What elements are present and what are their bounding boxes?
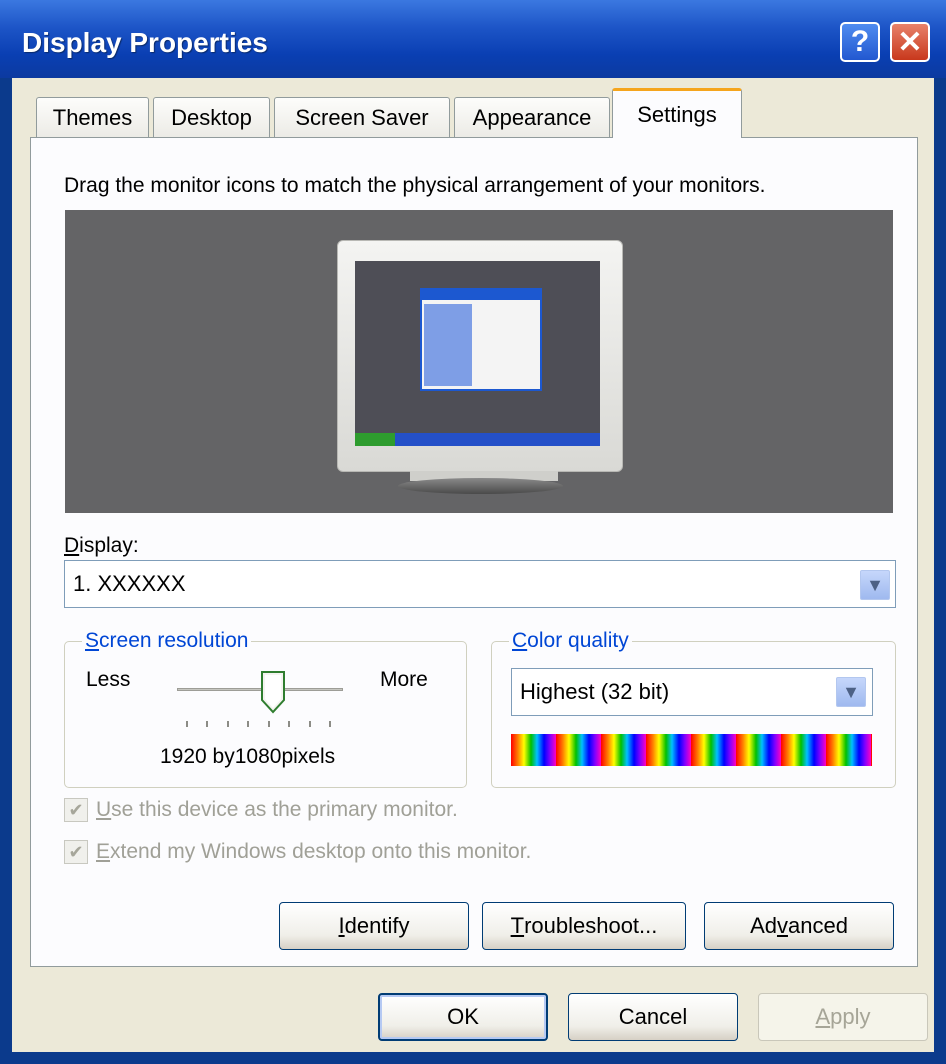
close-icon: ✕ [897, 25, 923, 59]
tab-label: Settings [637, 101, 717, 127]
resolution-value-text: 1920 by1080pixels [160, 745, 336, 768]
tab-label: Appearance [472, 104, 592, 130]
preview-window-thumbnail [420, 288, 542, 391]
help-icon: ? [850, 25, 870, 58]
slider-tick [186, 721, 188, 727]
tab-label: Themes [52, 104, 133, 130]
troubleshoot-button[interactable]: Troubleshoot... [482, 902, 686, 950]
close-button[interactable]: ✕ [890, 22, 930, 62]
slider-tick [309, 721, 311, 727]
checkmark-icon[interactable]: ✔ [64, 798, 88, 822]
cancel-button[interactable]: Cancel [568, 993, 738, 1041]
slider-tick [268, 721, 270, 727]
checkmark-icon[interactable]: ✔ [64, 840, 88, 864]
display-select[interactable]: 1. XXXXXX [64, 560, 896, 608]
primary-monitor-label: Use this device as the primary monitor. [96, 798, 458, 821]
color-spectrum-preview [511, 734, 872, 766]
window-title: Display Properties [22, 27, 268, 58]
color-quality-legend: Color quality [509, 629, 632, 653]
slider-tick [206, 721, 208, 727]
tab-themes[interactable]: Themes [36, 97, 149, 137]
tab-appearance[interactable]: Appearance [454, 97, 610, 137]
chevron-down-icon[interactable]: ▼ [860, 570, 890, 600]
title-bar[interactable]: Display Properties ? ✕ [0, 0, 946, 78]
apply-button[interactable]: Apply [758, 993, 928, 1041]
help-button[interactable]: ? [840, 22, 880, 62]
screen-resolution-legend: Screen resolution [82, 629, 252, 653]
color-quality-value: Highest (32 bit) [520, 679, 670, 704]
chevron-down-icon[interactable]: ▼ [836, 677, 866, 707]
slider-tick [329, 721, 331, 727]
ok-button[interactable]: OK [378, 993, 548, 1041]
tab-screen-saver[interactable]: Screen Saver [274, 97, 450, 137]
more-label: More [380, 668, 428, 691]
slider-tick [247, 721, 249, 727]
color-quality-select[interactable]: Highest (32 bit) [511, 668, 873, 716]
monitor-stand [398, 478, 563, 494]
tab-settings[interactable]: Settings [612, 88, 742, 138]
less-label: Less [86, 668, 131, 691]
display-properties-window: Display Properties ? ✕ Themes Desktop Sc… [0, 0, 946, 1064]
extend-desktop-label: Extend my Windows desktop onto this moni… [96, 840, 532, 863]
extend-desktop-checkbox-row[interactable]: ✔ Extend my Windows desktop onto this mo… [64, 840, 531, 864]
tab-label: Desktop [171, 104, 252, 130]
resolution-slider-thumb[interactable] [259, 670, 287, 714]
preview-start-button [355, 433, 395, 446]
tab-label: Screen Saver [295, 104, 429, 130]
tab-desktop[interactable]: Desktop [153, 97, 270, 137]
display-select-value: 1. XXXXXX [73, 571, 186, 596]
identify-button[interactable]: Identify [279, 902, 469, 950]
primary-monitor-checkbox-row[interactable]: ✔ Use this device as the primary monitor… [64, 798, 458, 822]
slider-tick [288, 721, 290, 727]
display-label: Display: [64, 534, 139, 557]
slider-tick [227, 721, 229, 727]
advanced-button[interactable]: Ad v anced [704, 902, 894, 950]
instruction-text: Drag the monitor icons to match the phys… [64, 174, 766, 197]
